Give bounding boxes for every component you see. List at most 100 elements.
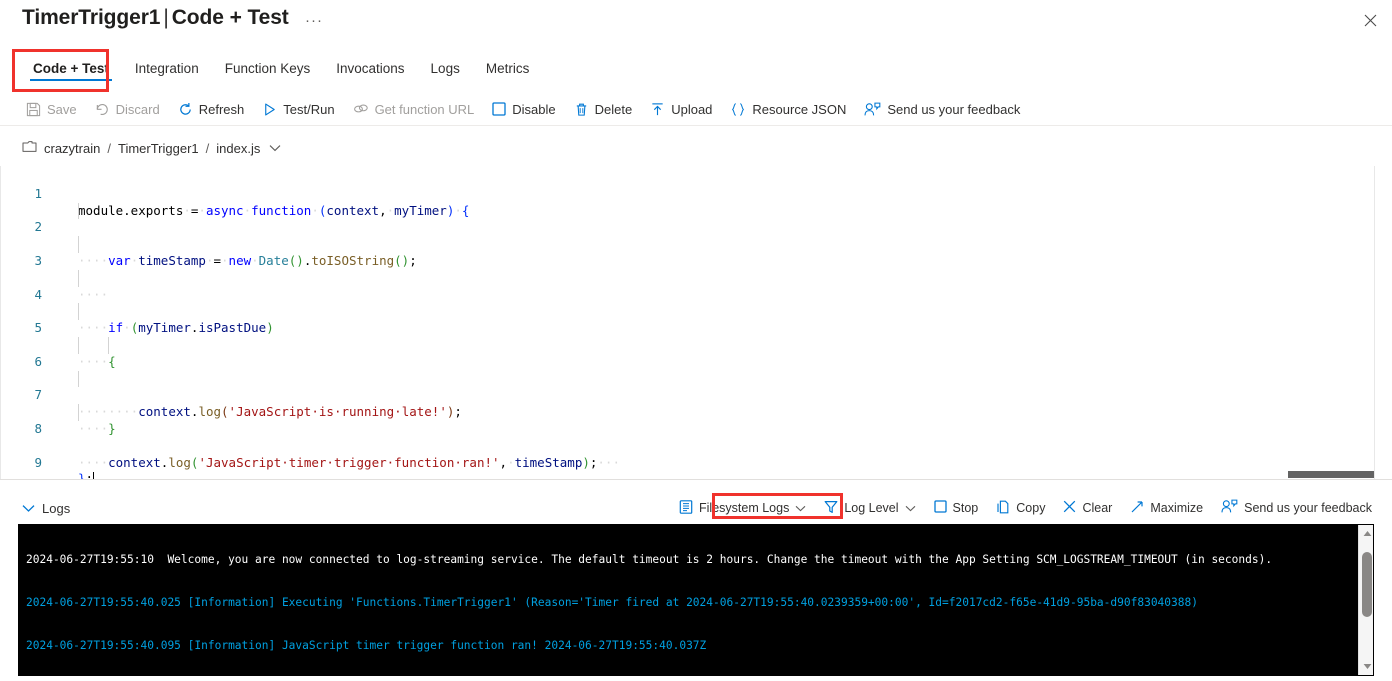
code-line: 9 };: [0, 438, 1392, 480]
log-level-label: Log Level: [844, 501, 899, 515]
more-options-button[interactable]: ···: [305, 12, 323, 29]
clear-button[interactable]: Clear: [1057, 498, 1118, 518]
tab-invocations[interactable]: Invocations: [323, 52, 417, 89]
tab-label: Metrics: [485, 61, 530, 76]
get-function-url-button[interactable]: Get function URL: [351, 100, 484, 119]
stop-icon: [933, 500, 947, 516]
tab-integration[interactable]: Integration: [122, 52, 212, 89]
console-line: 2024-06-27T19:55:40.095 [Information] Ja…: [26, 638, 707, 652]
code-line: 6 ········context.log('JavaScript·is·run…: [0, 336, 1392, 419]
refresh-label: Refresh: [198, 101, 245, 117]
logs-collapse-button[interactable]: Logs: [22, 501, 70, 516]
line-number: 8: [34, 420, 42, 436]
line-number: 3: [34, 252, 42, 268]
filter-icon: [824, 500, 838, 517]
save-label: Save: [47, 101, 77, 117]
save-button[interactable]: Save: [24, 100, 86, 119]
send-feedback-button[interactable]: Send us your feedback: [862, 100, 1029, 119]
scroll-up-arrow-icon[interactable]: [1359, 526, 1374, 541]
get-function-url-label: Get function URL: [374, 101, 475, 117]
resource-json-label: Resource JSON: [752, 101, 847, 117]
logs-send-feedback-button[interactable]: Send us your feedback: [1215, 497, 1378, 519]
file-selector-chevron-down-icon[interactable]: [269, 144, 281, 152]
disable-button[interactable]: Disable: [490, 100, 564, 119]
azure-function-code-and-test-page: TimerTrigger1 | Code + Test ··· Code + Tes…: [0, 0, 1392, 681]
copy-button[interactable]: Copy: [990, 498, 1051, 519]
page-title-section: Code + Test: [171, 6, 289, 29]
tab-code-and-test[interactable]: Code + Test: [20, 52, 122, 89]
line-number: 2: [34, 219, 42, 235]
breadcrumb-separator: /: [107, 140, 111, 156]
logs-panel-label: Logs: [42, 500, 71, 516]
upload-label: Upload: [671, 101, 713, 117]
copy-icon: [996, 500, 1010, 517]
tab-label: Code + Test: [33, 61, 109, 76]
code-line: 7 ····}: [0, 370, 1392, 436]
command-bar: Save Discard Refresh Test/Run Get functi: [0, 94, 1392, 124]
tab-function-keys[interactable]: Function Keys: [212, 52, 324, 89]
stop-button[interactable]: Stop: [928, 498, 985, 518]
discard-button[interactable]: Discard: [93, 100, 169, 119]
scroll-down-arrow-icon[interactable]: [1359, 659, 1374, 674]
title-bar: TimerTrigger1 | Code + Test ···: [0, 0, 1392, 46]
refresh-icon: [178, 102, 193, 117]
code-line: 4 ····if·(myTimer.isPastDue): [0, 269, 1392, 335]
discard-label: Discard: [115, 101, 160, 117]
feedback-icon: [1221, 499, 1238, 517]
delete-label: Delete: [594, 101, 633, 117]
breadcrumb-item-function[interactable]: TimerTrigger1: [118, 141, 199, 156]
tab-label: Function Keys: [224, 61, 311, 76]
console-vertical-scrollbar[interactable]: [1358, 524, 1374, 676]
line-content: ····context.log('JavaScript·timer·trigge…: [78, 454, 620, 470]
log-level-button[interactable]: Log Level: [818, 498, 921, 519]
editor-right-border: [1374, 166, 1375, 480]
code-editor[interactable]: 1 module.exports·=·async·function·(conte…: [0, 166, 1392, 480]
chevron-down-icon: [22, 501, 35, 516]
line-content: ····{: [78, 353, 116, 369]
breadcrumb: crazytrain / TimerTrigger1 / index.js: [0, 134, 1392, 162]
line-number: 9: [34, 454, 42, 470]
console-scrollbar-thumb[interactable]: [1362, 552, 1372, 617]
chevron-down-icon: [795, 501, 806, 515]
tab-label: Logs: [430, 61, 460, 76]
clear-icon: [1063, 500, 1076, 516]
filesystem-logs-label: Filesystem Logs: [699, 501, 790, 515]
resource-json-button[interactable]: Resource JSON: [728, 100, 855, 119]
code-line: 8 ····context.log('JavaScript·timer·trig…: [0, 404, 1392, 470]
editor-horizontal-scrollbar[interactable]: [1288, 471, 1374, 478]
close-button[interactable]: [1354, 5, 1386, 35]
refresh-button[interactable]: Refresh: [176, 100, 254, 119]
logs-commands: Filesystem Logs Log Level Stop Copy Clea…: [667, 494, 1378, 522]
line-number: 4: [34, 286, 42, 302]
stop-label: Stop: [952, 501, 979, 515]
code-line: 5 ····{: [0, 303, 1392, 369]
line-content: ····}: [78, 420, 116, 436]
tab-metrics[interactable]: Metrics: [473, 52, 543, 89]
code-line: 3 ····: [0, 236, 1392, 302]
copy-label: Copy: [1016, 501, 1046, 515]
filesystem-logs-button[interactable]: Filesystem Logs: [673, 498, 812, 519]
trash-icon: [574, 102, 589, 117]
test-run-label: Test/Run: [283, 101, 335, 117]
line-number: 6: [34, 353, 42, 369]
upload-button[interactable]: Upload: [648, 100, 721, 119]
code-line: 2 ····var·timeStamp·=·new·Date().toISOSt…: [0, 202, 1392, 268]
page-title: TimerTrigger1 | Code + Test: [22, 6, 289, 30]
tab-label: Invocations: [336, 61, 405, 76]
maximize-button[interactable]: Maximize: [1124, 498, 1209, 519]
checkbox-icon: [492, 102, 506, 116]
folder-icon: [22, 140, 37, 156]
delete-button[interactable]: Delete: [572, 100, 642, 119]
tab-label: Integration: [134, 61, 199, 76]
logs-send-feedback-label: Send us your feedback: [1244, 501, 1372, 515]
console-line: 2024-06-27T19:55:40.025 [Information] Ex…: [26, 596, 1198, 610]
breadcrumb-item-file[interactable]: index.js: [216, 141, 260, 156]
breadcrumb-item-app[interactable]: crazytrain: [44, 141, 100, 156]
discard-icon: [95, 102, 110, 117]
play-icon: [262, 102, 277, 117]
log-stream-console[interactable]: 2024-06-27T19:55:10 Welcome, you are now…: [18, 524, 1374, 676]
close-icon: [1364, 14, 1377, 27]
maximize-icon: [1130, 500, 1144, 517]
test-run-button[interactable]: Test/Run: [260, 100, 343, 119]
tab-logs[interactable]: Logs: [418, 52, 473, 89]
